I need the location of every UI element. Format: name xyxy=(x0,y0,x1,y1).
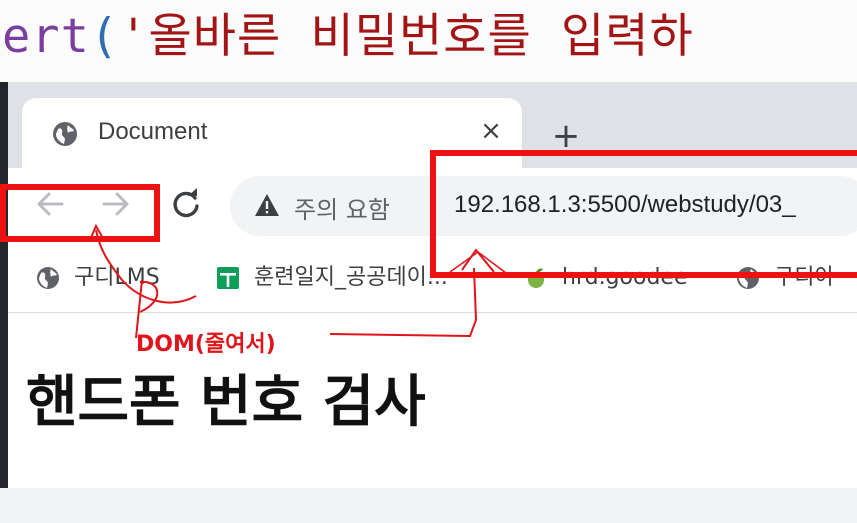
new-tab-button[interactable]: + xyxy=(548,118,584,154)
code-paren: ( xyxy=(89,9,120,64)
tab-close-button[interactable]: × xyxy=(476,116,506,146)
bookmark-label: 구디LMS xyxy=(74,265,160,290)
reload-button[interactable] xyxy=(166,184,206,224)
sheets-icon xyxy=(217,267,239,289)
screenshot: ert('올바른 비밀번호를 입력하 Document × + 주의 요함 19… xyxy=(0,0,857,523)
tab-title: Document xyxy=(98,118,208,145)
globe-icon xyxy=(53,122,77,146)
page-heading: 핸드폰 번호 검사 xyxy=(26,370,426,435)
globe-icon xyxy=(37,267,59,289)
code-line: ert('올바른 비밀번호를 입력하 xyxy=(2,2,694,72)
annotation-label: DOM(줄여서) xyxy=(136,332,276,357)
editor-left-edge xyxy=(0,82,8,488)
bookmark-label: 훈련일지_공공데이... xyxy=(254,265,448,290)
warning-icon xyxy=(255,194,279,216)
code-editor-strip: ert('올바른 비밀번호를 입력하 xyxy=(0,0,857,82)
security-warning-label[interactable]: 주의 요함 xyxy=(294,190,390,225)
annotation-box-url xyxy=(430,150,857,278)
annotation-box-nav xyxy=(0,184,160,242)
code-function-name: ert xyxy=(2,9,90,64)
code-string: '올바른 비밀번호를 입력하 xyxy=(119,9,694,64)
browser-window: Document × + 주의 요함 192.168.1.3:5500/webs… xyxy=(8,82,857,488)
